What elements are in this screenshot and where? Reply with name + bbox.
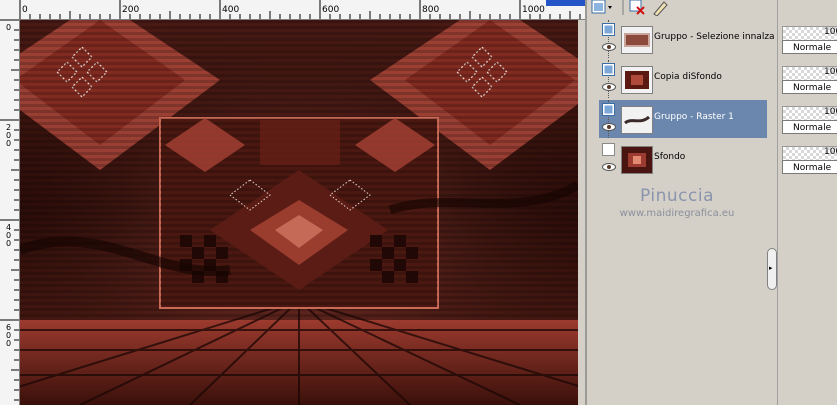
opacity-value: 100 — [824, 27, 837, 37]
visibility-eye-icon[interactable] — [602, 43, 616, 51]
visibility-eye-icon[interactable] — [602, 83, 616, 91]
layer-row-copia-disfondo[interactable]: Copia diSfondo — [599, 60, 767, 98]
visibility-eye-icon[interactable] — [602, 123, 616, 131]
group-icon — [602, 103, 615, 116]
blend-row: 100 Normale — [780, 140, 837, 178]
ruler-label-800: 800 — [422, 5, 440, 15]
layers-list: Gruppo - Selezione innalza Copia diSfond… — [599, 20, 775, 180]
vruler-label-200: 2 0 0 — [6, 123, 12, 148]
blend-mode-select[interactable]: Normale — [782, 160, 837, 174]
blend-mode-column: 100 Normale 100 Normale 100 Normale 100 … — [777, 0, 837, 405]
background-layer-icon — [602, 143, 615, 156]
toolbar-divider — [617, 0, 629, 16]
horizontal-ruler-ticks — [19, 0, 581, 19]
layer-thumbnail — [621, 26, 653, 54]
artwork — [20, 20, 578, 405]
blend-row: 100 Normale — [780, 20, 837, 58]
layer-name: Copia diSfondo — [654, 72, 722, 82]
scroll-arrow-icon[interactable]: ▸ — [769, 265, 773, 272]
blend-mode-select[interactable]: Normale — [782, 40, 837, 54]
layers-toolbar — [587, 0, 779, 20]
layer-thumbnail — [621, 106, 653, 134]
window-scroll-indicator[interactable] — [546, 0, 585, 6]
vruler-label-400: 4 0 0 — [6, 223, 12, 248]
opacity-value: 100 — [824, 147, 837, 157]
layer-name: Gruppo - Raster 1 — [654, 112, 734, 122]
blend-row: 100 Normale — [780, 100, 837, 138]
blend-mode-select[interactable]: Normale — [782, 120, 837, 134]
layer-row-sfondo[interactable]: Sfondo — [599, 140, 767, 178]
layer-thumbnail — [621, 66, 653, 94]
blend-row: 100 Normale — [780, 60, 837, 98]
layer-row-raster-1[interactable]: Gruppo - Raster 1 — [599, 100, 767, 138]
delete-layer-icon[interactable] — [629, 0, 647, 16]
ruler-label-400: 400 — [222, 5, 240, 15]
new-layer-icon[interactable] — [591, 0, 613, 16]
ruler-label-1000: 1000 — [522, 5, 545, 15]
ruler-label-0: 0 — [22, 5, 28, 15]
visibility-eye-icon[interactable] — [602, 163, 616, 171]
layers-panel: Gruppo - Selezione innalza Copia diSfond… — [585, 0, 779, 405]
blend-mode-select[interactable]: Normale — [782, 80, 837, 94]
watermark-name: Pinuccia — [640, 186, 714, 206]
layer-row-selezione[interactable]: Gruppo - Selezione innalza — [599, 20, 775, 58]
layer-thumbnail — [621, 146, 653, 174]
raster-icon — [602, 63, 615, 76]
group-icon — [602, 23, 615, 36]
layer-name: Sfondo — [654, 152, 686, 162]
vertical-ruler: 0 2 0 0 4 0 0 6 0 0 — [0, 19, 20, 405]
vruler-label-0: 0 — [6, 23, 12, 32]
layer-name: Gruppo - Selezione innalza — [654, 32, 775, 42]
pen-icon[interactable] — [651, 0, 669, 17]
document-image[interactable] — [20, 20, 578, 405]
ruler-label-600: 600 — [322, 5, 340, 15]
vruler-label-600: 6 0 0 — [6, 323, 12, 348]
opacity-value: 100 — [824, 67, 837, 77]
ruler-label-200: 200 — [122, 5, 140, 15]
watermark-url: www.maidiregrafica.eu — [619, 208, 735, 219]
opacity-value: 100 — [824, 107, 837, 117]
horizontal-ruler: 0 200 400 600 800 1000 — [0, 0, 585, 20]
canvas-area: 0 200 400 600 800 1000 0 2 0 0 4 0 0 6 0… — [0, 0, 585, 405]
inner-frame — [159, 117, 439, 309]
